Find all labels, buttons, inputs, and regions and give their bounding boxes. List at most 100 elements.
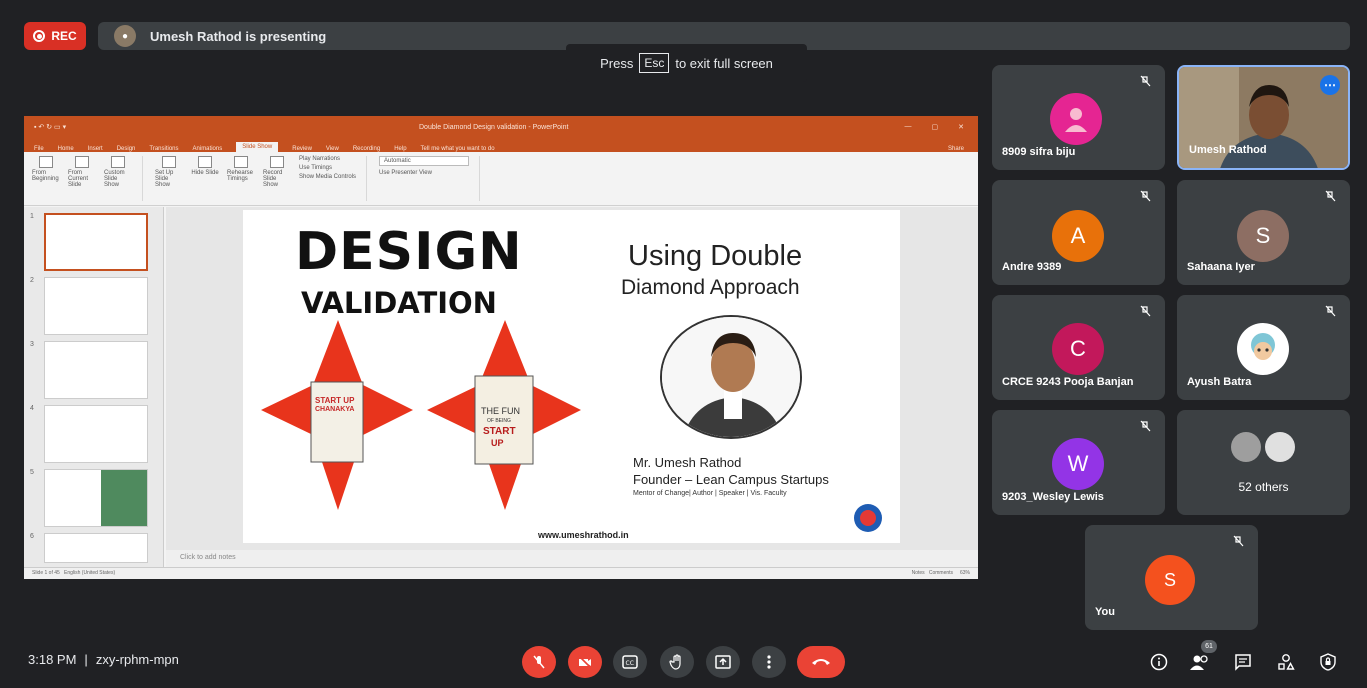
camera-off-icon <box>578 655 592 669</box>
slide-thumbnail-3[interactable] <box>44 341 148 399</box>
host-controls-button[interactable] <box>1316 650 1340 674</box>
status-right: Notes Comments 63% <box>911 570 970 576</box>
top-strip <box>0 0 1367 8</box>
ppt-share-button[interactable]: Share <box>948 146 964 152</box>
meeting-separator: | <box>84 652 88 667</box>
setup-show-button[interactable]: Set Up Slide Show <box>155 156 183 188</box>
thumb-number: 2 <box>30 277 34 284</box>
ppt-window-controls: — ▢ ✕ <box>904 123 965 131</box>
ppt-tab-view[interactable]: View <box>326 146 339 152</box>
participant-name: You <box>1095 606 1115 618</box>
captions-button[interactable]: CC <box>613 646 647 678</box>
participant-tile[interactable]: A Andre 9389 <box>992 180 1165 285</box>
leave-call-button[interactable] <box>797 646 845 678</box>
speaker-tags: Mentor of Change| Author | Speaker | Vis… <box>633 490 787 497</box>
meeting-details-button[interactable] <box>1147 650 1171 674</box>
mic-off-icon <box>1140 420 1151 432</box>
participant-name: Umesh Rathod <box>1189 144 1267 156</box>
ppt-tab-slide-show[interactable]: Slide Show <box>236 142 279 152</box>
ppt-tab-file[interactable]: File <box>34 146 44 152</box>
play-narrations-checkbox[interactable]: Play Narrations <box>299 156 356 162</box>
presenter-avatar: ● <box>114 25 136 47</box>
hang-up-icon <box>812 659 830 665</box>
participant-name: 8909 sifra biju <box>1002 146 1076 158</box>
participant-tile[interactable]: W 9203_Wesley Lewis <box>992 410 1165 515</box>
slides-icon <box>111 156 125 168</box>
mic-off-icon <box>1140 75 1151 87</box>
ppt-tab-home[interactable]: Home <box>58 146 74 152</box>
from-current-button[interactable]: From Current Slide <box>68 156 96 188</box>
mic-off-icon <box>1233 535 1244 547</box>
slide-thumbnail-4[interactable] <box>44 405 148 463</box>
mic-off-icon <box>1140 305 1151 317</box>
hide-slide-button[interactable]: Hide Slide <box>191 156 219 176</box>
chat-button[interactable] <box>1231 650 1255 674</box>
from-beginning-button[interactable]: From Beginning <box>32 156 60 182</box>
ppt-tell-me[interactable]: Tell me what you want to do <box>421 146 495 152</box>
esc-key: Esc <box>639 53 670 73</box>
slide-thumbnail-2[interactable] <box>44 277 148 335</box>
participant-tile[interactable]: C CRCE 9243 Pooja Banjan <box>992 295 1165 400</box>
setup-icon <box>162 156 176 168</box>
timer-icon <box>234 156 248 168</box>
monitor-select[interactable]: Automatic <box>379 156 470 166</box>
activities-button[interactable] <box>1274 650 1298 674</box>
present-screen-icon <box>715 655 731 669</box>
ppt-ribbon-tabs: File Home Insert Design Transitions Anim… <box>24 138 978 152</box>
record-show-button[interactable]: Record Slide Show <box>263 156 291 188</box>
participant-tile-active-speaker[interactable]: ⋯ Umesh Rathod <box>1177 65 1350 170</box>
book2-line4: UP <box>491 438 504 448</box>
fullscreen-toast: Press Esc to exit full screen <box>566 44 807 82</box>
raise-hand-button[interactable] <box>660 646 694 678</box>
custom-show-button[interactable]: Custom Slide Show <box>104 156 132 188</box>
participant-tile[interactable]: 8909 sifra biju <box>992 65 1165 170</box>
mic-toggle-button[interactable] <box>522 646 556 678</box>
ppt-tab-insert[interactable]: Insert <box>88 146 103 152</box>
people-icon <box>1190 655 1208 670</box>
logo-heart-icon <box>860 510 876 526</box>
self-tile[interactable]: S You <box>1085 525 1258 630</box>
present-button[interactable] <box>706 646 740 678</box>
ppt-tab-review[interactable]: Review <box>292 146 312 152</box>
speaker-website: www.umeshrathod.in <box>538 530 629 540</box>
notes-pane[interactable]: Click to add notes <box>166 550 978 568</box>
ppt-tab-design[interactable]: Design <box>117 146 136 152</box>
slide-thumbnail-1[interactable] <box>44 213 148 271</box>
presenter-view-checkbox[interactable]: Use Presenter View <box>379 170 432 176</box>
book2-line1: THE FUN <box>481 406 520 416</box>
avatar: C <box>1052 323 1104 375</box>
people-button[interactable] <box>1188 650 1212 674</box>
ppt-tab-help[interactable]: Help <box>394 146 406 152</box>
avatar: S <box>1145 555 1195 605</box>
participant-tile[interactable]: Ayush Batra <box>1177 295 1350 400</box>
use-timings-checkbox[interactable]: Use Timings <box>299 165 356 171</box>
slide-thumbnail-6[interactable] <box>44 533 148 563</box>
meeting-time: 3:18 PM <box>28 652 77 667</box>
rehearse-button[interactable]: Rehearse Timings <box>227 156 255 182</box>
person-icon <box>1065 108 1087 132</box>
rec-label: REC <box>51 29 77 43</box>
camera-toggle-button[interactable] <box>568 646 602 678</box>
status-left: Slide 1 of 45 English (United States) <box>32 570 116 576</box>
participant-name: Ayush Batra <box>1187 376 1252 388</box>
avatar <box>1237 323 1289 375</box>
mic-off-icon <box>533 655 545 669</box>
speaker-photo <box>662 317 800 437</box>
book2-line2: OF BEING <box>487 418 511 424</box>
ppt-tab-recording[interactable]: Recording <box>353 146 380 152</box>
show-media-checkbox[interactable]: Show Media Controls <box>299 174 356 180</box>
ribbon-group-setup: Set Up Slide Show Hide Slide Rehearse Ti… <box>155 156 368 201</box>
others-tile[interactable]: 52 others <box>1177 410 1350 515</box>
mic-off-icon <box>1325 305 1336 317</box>
shared-screen-powerpoint: ▪ ↶ ↻ ▭ ▾ Double Diamond Design validati… <box>24 116 978 579</box>
slide-thumbnail-5[interactable] <box>44 469 148 527</box>
avatar: W <box>1052 438 1104 490</box>
ppt-tab-animations[interactable]: Animations <box>193 146 223 152</box>
toast-suffix: to exit full screen <box>675 55 773 71</box>
more-options-icon[interactable]: ⋯ <box>1320 75 1340 95</box>
more-options-button[interactable] <box>752 646 786 678</box>
record-icon <box>270 156 284 168</box>
ppt-tab-transitions[interactable]: Transitions <box>149 146 178 152</box>
ppt-title-bar: ▪ ↶ ↻ ▭ ▾ Double Diamond Design validati… <box>24 116 978 138</box>
participant-tile[interactable]: S Sahaana Iyer <box>1177 180 1350 285</box>
